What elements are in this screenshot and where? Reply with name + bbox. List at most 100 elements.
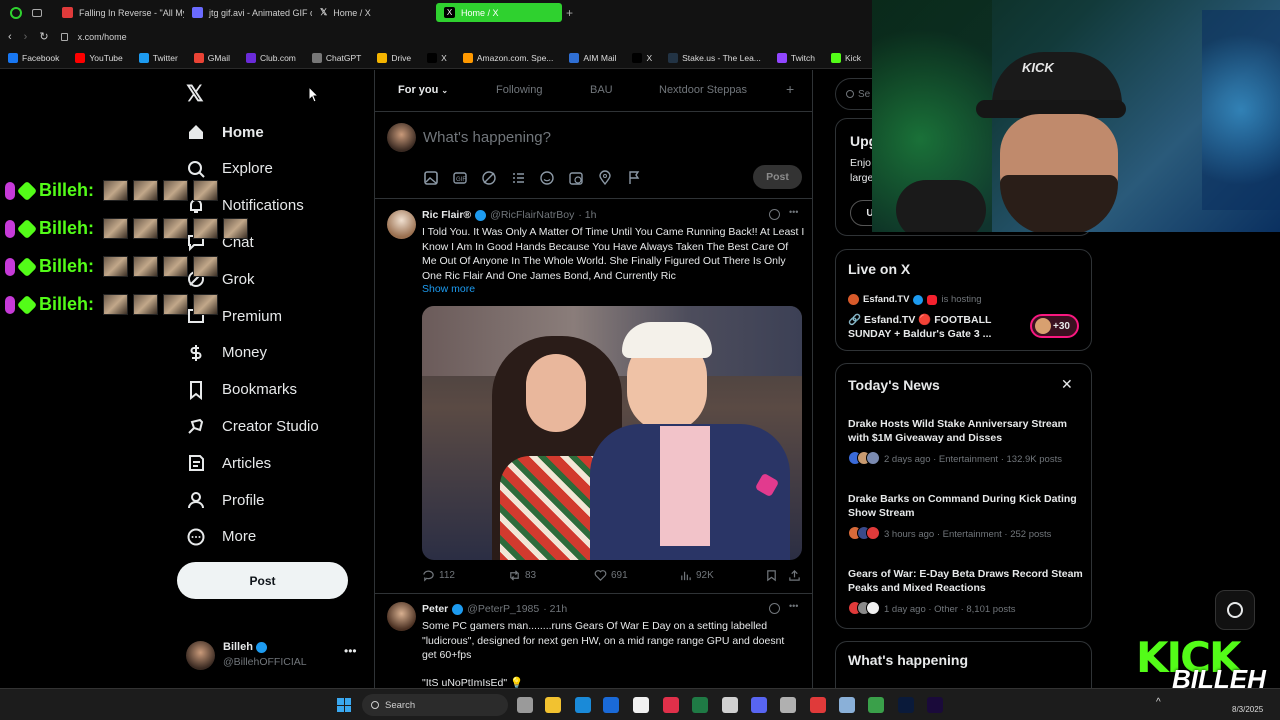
avatar[interactable] — [387, 210, 416, 239]
compose-input[interactable]: What's happening? — [423, 129, 551, 146]
file-explorer-icon[interactable] — [545, 697, 561, 713]
more-options-icon[interactable]: ••• — [344, 644, 357, 658]
views-button[interactable]: 92K — [679, 569, 714, 582]
discord-icon[interactable] — [751, 697, 767, 713]
back-icon[interactable]: ‹ — [8, 31, 12, 43]
location-icon[interactable] — [597, 170, 613, 186]
poll-icon[interactable] — [510, 170, 526, 186]
nav-item-articles[interactable]: Articles — [186, 453, 271, 473]
tweet-author-handle[interactable]: @PeterP_1985 — [467, 603, 539, 615]
like-button[interactable]: 691 — [594, 569, 628, 582]
reply-button[interactable]: 112 — [422, 569, 455, 582]
post-button[interactable]: Post — [177, 562, 348, 599]
schedule-icon[interactable] — [568, 170, 584, 186]
photoshop-icon[interactable] — [898, 697, 914, 713]
outlook-icon[interactable] — [603, 697, 619, 713]
bookmark-item[interactable]: Drive — [369, 53, 419, 63]
edge-icon[interactable] — [575, 697, 591, 713]
more-options-icon[interactable]: ••• — [789, 601, 798, 611]
add-tab-icon[interactable]: + — [786, 81, 794, 97]
bookmark-item[interactable]: Facebook — [0, 53, 67, 63]
close-icon[interactable]: ✕ — [1061, 376, 1073, 393]
bookmark-item[interactable]: Stake.us - The Lea... — [660, 53, 769, 63]
bookmark-item[interactable]: Club.com — [238, 53, 304, 63]
show-more-link[interactable]: Show more — [422, 283, 475, 295]
news-item[interactable]: Gears of War: E-Day Beta Draws Record St… — [848, 567, 1084, 618]
browser-tab-1[interactable]: Falling In Reverse - "All My — [54, 3, 184, 22]
taskbar-search-box[interactable]: Search — [362, 694, 508, 716]
nav-item-explore[interactable]: Explore — [186, 159, 273, 179]
tweet-time[interactable]: · 1h — [578, 209, 596, 221]
excel-icon[interactable] — [692, 697, 708, 713]
account-switcher[interactable]: Billeh @BillehOFFICIAL ••• — [186, 640, 358, 672]
live-stream-title[interactable]: 🔗 Esfand.TV 🔴 FOOTBALL SUNDAY + Baldur's… — [848, 313, 1016, 341]
bookmark-item[interactable]: AIM Mail — [561, 53, 624, 63]
x-logo-icon[interactable]: 𝕏 — [186, 81, 204, 107]
app-icon[interactable] — [722, 697, 738, 713]
avatar[interactable] — [387, 602, 416, 631]
bookmark-item[interactable]: GMail — [186, 53, 238, 63]
compose-post-button[interactable]: Post — [753, 165, 802, 189]
system-tray-chevron-icon[interactable]: ^ — [1156, 697, 1161, 708]
bookmark-item[interactable]: Twitter — [131, 53, 186, 63]
news-item[interactable]: Drake Barks on Command During Kick Datin… — [848, 492, 1084, 543]
nav-item-home[interactable]: Home — [186, 122, 264, 142]
browser-tab-3[interactable]: 𝕏 Home / X — [312, 3, 436, 22]
flag-icon[interactable] — [626, 170, 642, 186]
url-field[interactable]: x.com/home — [78, 32, 127, 42]
share-icon[interactable] — [788, 569, 801, 582]
tweet-photo[interactable] — [422, 306, 802, 560]
tab-overview-icon[interactable] — [32, 8, 42, 17]
windows-start-icon[interactable] — [337, 698, 351, 712]
bookmark-item[interactable]: ChatGPT — [304, 53, 369, 63]
live-listeners-badge[interactable]: +30 — [1030, 314, 1079, 338]
tweet-time[interactable]: · 21h — [543, 603, 567, 615]
nav-item-more[interactable]: More — [186, 527, 256, 547]
opera-gx-icon[interactable] — [663, 697, 679, 713]
nav-item-bookmarks[interactable]: Bookmarks — [186, 380, 297, 400]
tweet-author-name[interactable]: Ric Flair® — [422, 209, 471, 221]
tab-bau[interactable]: BAU — [590, 84, 613, 96]
settings-icon[interactable] — [839, 697, 855, 713]
bookmark-item[interactable]: Amazon.com. Spe... — [455, 53, 562, 63]
tweet-author-handle[interactable]: @RicFlairNatrBoy — [490, 209, 574, 221]
app-icon[interactable] — [810, 697, 826, 713]
tweet-author-name[interactable]: Peter — [422, 603, 448, 615]
media-icon[interactable] — [423, 170, 439, 186]
news-item[interactable]: Drake Hosts Wild Stake Anniversary Strea… — [848, 417, 1084, 468]
bookmark-item[interactable]: X — [624, 53, 660, 63]
opera-logo-icon[interactable] — [10, 6, 22, 19]
steam-icon[interactable] — [780, 697, 796, 713]
bookmark-item[interactable]: Kick — [823, 53, 869, 63]
nav-item-money[interactable]: Money — [186, 343, 267, 363]
nav-item-profile[interactable]: Profile — [186, 490, 265, 510]
emoji-icon[interactable] — [539, 170, 555, 186]
tab-following[interactable]: Following — [496, 84, 542, 96]
grok-floating-button[interactable] — [1215, 590, 1255, 630]
bookmark-item[interactable]: Twitch — [769, 53, 823, 63]
more-options-icon[interactable]: ••• — [789, 207, 798, 217]
tab-for-you[interactable]: For you ⌄ — [398, 84, 448, 96]
forward-icon[interactable]: › — [24, 31, 28, 43]
browser-tab-2[interactable]: jtg gif.avi - Animated GIF o — [184, 3, 312, 22]
nav-item-creator-studio[interactable]: Creator Studio — [186, 416, 319, 436]
tab-nextdoor-steppas[interactable]: Nextdoor Steppas — [659, 84, 747, 96]
bookmark-item[interactable]: YouTube — [67, 53, 130, 63]
bookmark-icon[interactable] — [765, 569, 778, 582]
grok-icon[interactable] — [481, 170, 497, 186]
tweet[interactable]: Ric Flair® @RicFlairNatrBoy · 1h ••• I T… — [375, 200, 812, 594]
repost-button[interactable]: 83 — [508, 569, 536, 582]
new-tab-icon[interactable]: + — [566, 6, 573, 20]
bookmark-item[interactable]: X — [419, 53, 455, 63]
task-view-icon[interactable] — [517, 697, 533, 713]
reload-icon[interactable]: ↻ — [39, 30, 48, 43]
after-effects-icon[interactable] — [927, 697, 943, 713]
live-host-name[interactable]: Esfand.TV — [863, 294, 909, 305]
browser-tab-active[interactable]: X Home / X — [436, 3, 562, 22]
tweet[interactable]: Peter @PeterP_1985 · 21h ••• Some PC gam… — [375, 595, 812, 688]
grok-icon[interactable] — [769, 209, 780, 220]
app-icon[interactable] — [868, 697, 884, 713]
store-icon[interactable] — [633, 697, 649, 713]
gif-icon[interactable]: GIF — [452, 170, 468, 186]
grok-icon[interactable] — [769, 603, 780, 614]
